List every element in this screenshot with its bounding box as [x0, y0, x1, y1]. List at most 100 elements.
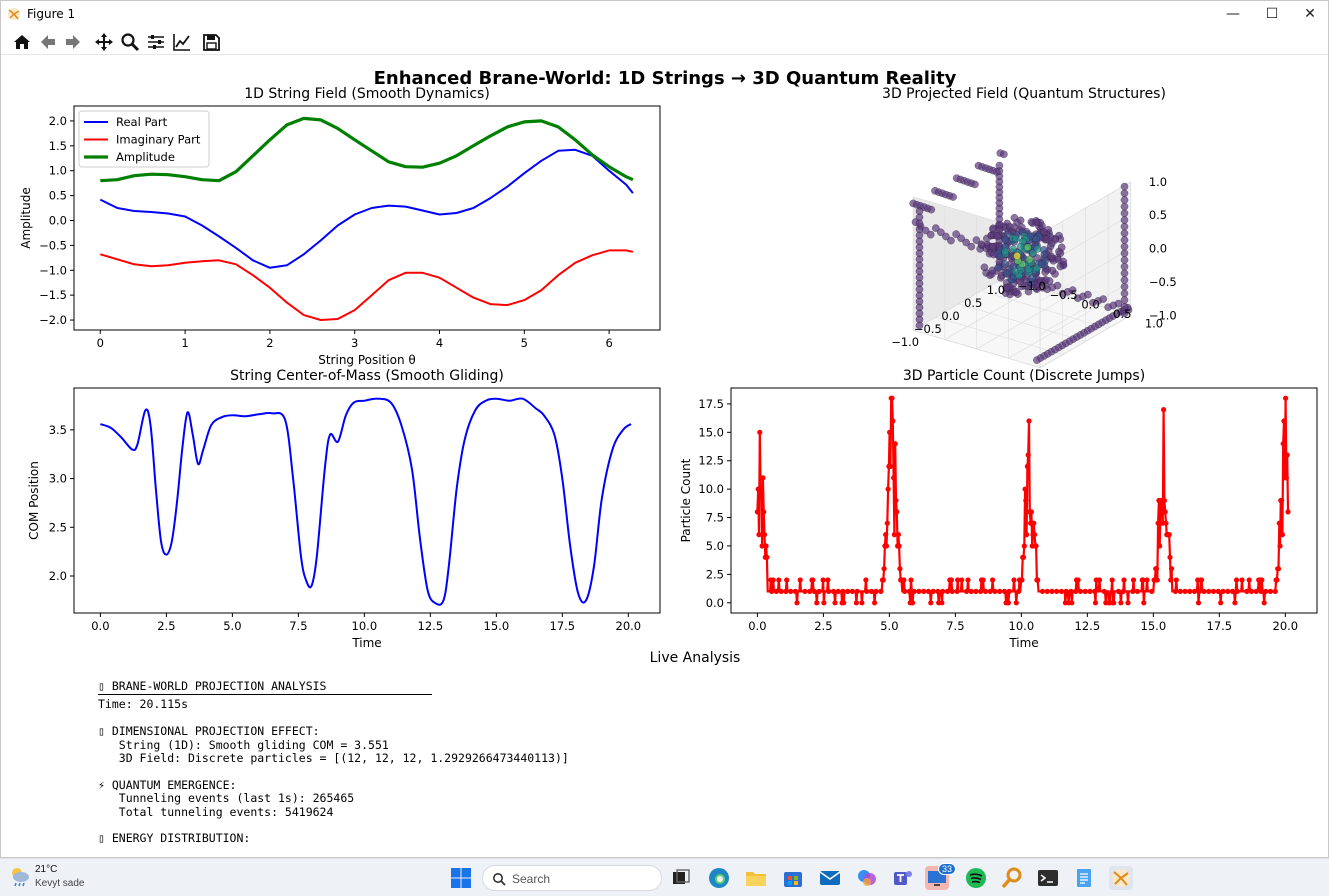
particle-count-point	[1220, 588, 1226, 595]
window-title: Figure 1	[27, 7, 76, 21]
string-field-ytick-label: 1.5	[49, 139, 67, 153]
task-view-button[interactable]	[669, 866, 693, 890]
particle-count-point	[849, 588, 856, 595]
particle-count-point	[1001, 588, 1008, 595]
particle-count-point	[1033, 543, 1039, 549]
particle-count-point	[1023, 497, 1029, 504]
com-xtick-label: 10.0	[352, 619, 378, 633]
string-field-ytick-label: −0.5	[39, 238, 67, 252]
particle-count-point	[1063, 588, 1069, 595]
weather-widget[interactable]: 21°C Kevyt sade	[8, 864, 84, 892]
particle-count-point	[883, 543, 890, 549]
figure-canvas[interactable]: Enhanced Brane-World: 1D Strings → 3D Qu…	[2, 56, 1328, 858]
particle-count-point	[910, 600, 916, 606]
home-button[interactable]	[10, 30, 34, 54]
configure-subplots-button[interactable]	[144, 30, 168, 54]
particle-count-point	[892, 441, 898, 447]
scatter-point	[1016, 242, 1025, 251]
particle-count-point	[1187, 588, 1193, 595]
start-button[interactable]	[449, 866, 473, 890]
string-field-ylabel: Amplitude	[19, 187, 33, 249]
edit-axis-button[interactable]	[170, 30, 194, 54]
back-button[interactable]	[36, 30, 60, 54]
edge-browser-icon	[709, 868, 729, 888]
teams-button[interactable]	[891, 866, 915, 890]
particle-count-point	[1248, 588, 1255, 595]
particle-count-point	[841, 600, 847, 606]
particle-count-point	[1024, 463, 1030, 469]
particle-count-ylabel: Particle Count	[679, 458, 693, 542]
particle-count-point	[1130, 577, 1137, 583]
search-tool-button[interactable]	[1000, 866, 1024, 890]
scatter-point	[1012, 235, 1020, 243]
analysis-divider	[98, 694, 432, 696]
dim-projection-header: ▯ DIMENSIONAL PROJECTION EFFECT:	[98, 724, 320, 739]
particle-count-point	[1283, 475, 1289, 481]
rain-cloud-icon	[12, 868, 29, 887]
scatter-point	[1033, 245, 1042, 253]
particle-count-point	[814, 600, 820, 606]
terminal-button[interactable]	[1036, 866, 1060, 890]
particle-count-point	[1120, 588, 1126, 595]
particle-count-xtick-label: 20.0	[1273, 619, 1299, 633]
copilot-icon	[858, 870, 876, 886]
particle-count-point	[893, 497, 899, 504]
particle-count-point	[757, 429, 763, 435]
particle-count-point	[959, 577, 965, 583]
particle-count-point	[1019, 577, 1025, 583]
particle-count-point	[965, 577, 971, 583]
file-explorer-button[interactable]	[744, 866, 768, 890]
particle-count-point	[1281, 418, 1287, 424]
save-button[interactable]	[199, 30, 223, 54]
particle-count-point	[807, 588, 813, 595]
particle-count-point	[1016, 588, 1022, 595]
mail-button[interactable]	[818, 866, 842, 890]
particle-count-point	[845, 588, 851, 595]
particle-count-point	[1087, 588, 1093, 595]
particle-count-point	[872, 600, 878, 606]
particle-count-point	[1210, 588, 1217, 595]
task-view-icon	[673, 869, 690, 884]
edge-button[interactable]	[707, 866, 731, 890]
notepad-button[interactable]	[1072, 866, 1096, 890]
zoom-button[interactable]	[118, 30, 142, 54]
particle-count-point	[1233, 577, 1240, 583]
maximize-button[interactable]: ☐	[1253, 1, 1291, 27]
com-ytick-label: 3.5	[49, 423, 67, 437]
close-button[interactable]: ✕	[1291, 1, 1329, 27]
particle-count-point	[1244, 588, 1250, 595]
particle-count-point	[980, 577, 986, 583]
particle-count-xtick-label: 15.0	[1141, 619, 1167, 633]
particle-count-point	[863, 577, 869, 583]
forward-button[interactable]	[61, 30, 85, 54]
string-field-ytick-label: −2.0	[39, 313, 67, 327]
scatter-point	[1120, 189, 1129, 198]
particle-count-xtick-label: 10.0	[1009, 619, 1035, 633]
particle-count-point	[930, 588, 936, 595]
particle-count-point	[1054, 588, 1060, 595]
taskbar-search[interactable]: Search	[482, 865, 662, 891]
scatter-point	[967, 242, 976, 251]
store-button[interactable]	[781, 866, 805, 890]
particle-count-point	[864, 588, 870, 595]
com-xtick-label: 15.0	[484, 619, 510, 633]
analysis-header: ▯ BRANE-WORLD PROJECTION ANALYSIS	[98, 679, 327, 693]
scatter-point	[1032, 235, 1040, 243]
particle-count-point	[1225, 588, 1231, 595]
particle-count-point	[1267, 588, 1274, 595]
scatter-point	[989, 242, 997, 251]
particle-count-xtick-label: 5.0	[880, 619, 898, 633]
spotify-button[interactable]	[964, 866, 988, 890]
pan-button[interactable]	[92, 30, 116, 54]
particle-count-point	[1092, 600, 1099, 606]
particle-count-point	[1283, 395, 1289, 401]
minimize-button[interactable]: —	[1214, 1, 1252, 27]
particle-count-point	[894, 509, 900, 515]
particle-count-point	[1031, 520, 1037, 526]
matplotlib-taskbar-button[interactable]	[1109, 866, 1133, 890]
particle-count-point	[1155, 520, 1161, 526]
particle-count-point	[1073, 588, 1079, 595]
particle-count-point	[1206, 588, 1212, 595]
copilot-button[interactable]	[855, 866, 879, 890]
particle-count-point	[963, 588, 970, 595]
